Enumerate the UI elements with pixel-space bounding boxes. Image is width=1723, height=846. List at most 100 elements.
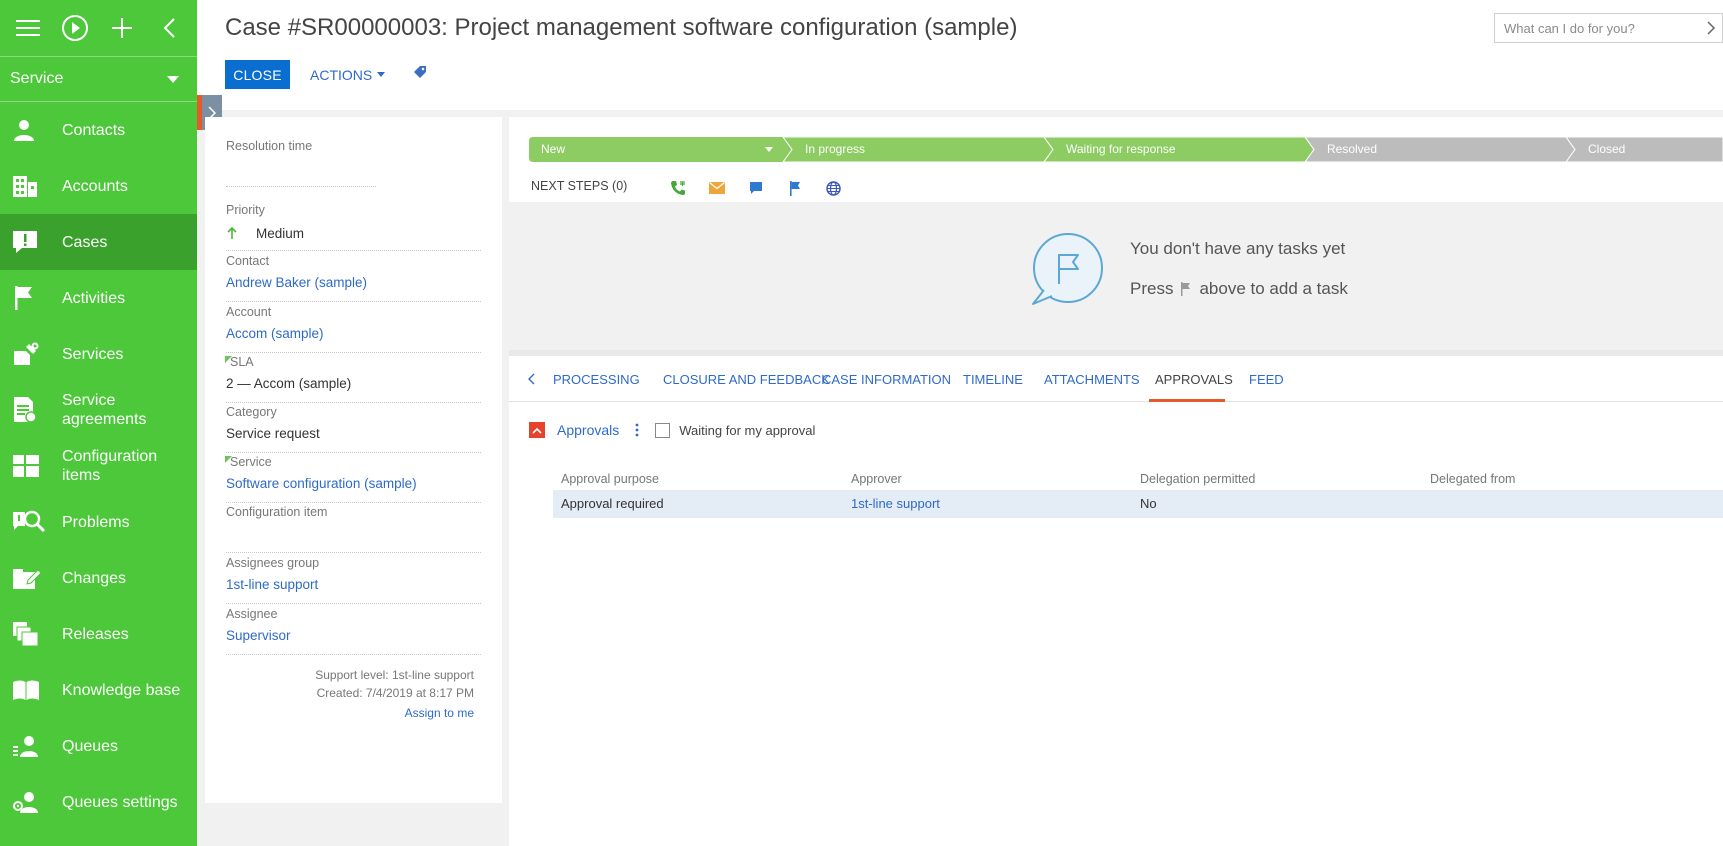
tab-bar: PROCESSING CLOSURE AND FEEDBACK CASE INF…: [509, 356, 1723, 402]
chevron-right-icon[interactable]: [1706, 20, 1716, 36]
field-underline: [226, 186, 376, 187]
table-row[interactable]: Approval required 1st-line support No: [553, 490, 1723, 518]
field-service[interactable]: Service Software configuration (sample): [225, 455, 481, 503]
sidebar-item-configuration-items[interactable]: Configuration items: [0, 438, 197, 494]
call-icon[interactable]: [658, 177, 697, 199]
field-label: Category: [226, 405, 277, 419]
tab-processing[interactable]: PROCESSING: [553, 372, 640, 387]
sidebar-item-label: Changes: [62, 569, 127, 587]
field-account[interactable]: Account Accom (sample): [226, 305, 481, 353]
field-label: Assignee: [226, 607, 278, 621]
sidebar-item-services[interactable]: Services: [0, 326, 197, 382]
assignee-link[interactable]: Supervisor: [226, 628, 481, 646]
sidebar-item-knowledge-base[interactable]: Knowledge base: [0, 662, 197, 718]
case-alert-icon: [12, 227, 50, 257]
chat-icon[interactable]: [736, 177, 775, 199]
field-priority[interactable]: Priority Medium: [226, 203, 481, 251]
sidebar-item-releases[interactable]: Releases: [0, 606, 197, 662]
sidebar-item-label: Activities: [62, 289, 126, 307]
account-link[interactable]: Accom (sample): [226, 326, 481, 344]
chevron-down-icon[interactable]: [765, 147, 773, 152]
field-resolution-time[interactable]: Resolution time: [226, 139, 481, 187]
field-sla[interactable]: SLA 2 — Accom (sample): [225, 355, 481, 403]
sidebar-item-queues-settings[interactable]: Queues settings: [0, 774, 197, 830]
flag-icon: [1181, 282, 1191, 296]
sidebar-item-accounts[interactable]: Accounts: [0, 158, 197, 214]
chevron-down-icon: [167, 75, 179, 83]
sidebar-item-label: Accounts: [62, 177, 128, 195]
agreement-icon: [12, 395, 50, 425]
more-options-icon[interactable]: [635, 423, 639, 437]
field-underline: [226, 502, 481, 503]
cell-delegation-permitted: No: [1140, 496, 1157, 511]
sidebar-item-problems[interactable]: Problems: [0, 494, 197, 550]
tab-closure-and-feedback[interactable]: CLOSURE AND FEEDBACK: [663, 372, 830, 387]
support-level-text: Support level: 1st-line support: [315, 668, 474, 682]
flag-icon[interactable]: [775, 177, 814, 199]
sidebar-item-cases[interactable]: Cases: [0, 214, 197, 270]
tab-case-information[interactable]: CASE INFORMATION: [822, 372, 951, 387]
collapse-section-icon[interactable]: [529, 422, 545, 438]
required-marker: [225, 456, 232, 463]
field-value: Medium: [256, 225, 305, 241]
email-icon[interactable]: [697, 177, 736, 199]
assign-to-me-link[interactable]: Assign to me: [405, 706, 474, 720]
search-placeholder: What can I do for you?: [1504, 20, 1635, 36]
column-header[interactable]: Delegation permitted: [1140, 469, 1255, 489]
case-details-panel: Resolution time Priority Medium Contact …: [205, 117, 502, 803]
queue-person-icon: [12, 731, 50, 761]
service-link[interactable]: Software configuration (sample): [226, 476, 481, 494]
next-steps-label[interactable]: NEXT STEPS (0): [531, 179, 627, 193]
close-button[interactable]: CLOSE: [225, 60, 290, 89]
field-underline: [226, 301, 481, 302]
tab-timeline[interactable]: TIMELINE: [963, 372, 1023, 387]
contact-link[interactable]: Andrew Baker (sample): [226, 275, 481, 293]
stage-closed[interactable]: Closed: [1576, 137, 1723, 162]
sidebar-item-activities[interactable]: Activities: [0, 270, 197, 326]
field-category[interactable]: Category Service request: [226, 405, 481, 453]
sidebar-item-queues[interactable]: Queues: [0, 718, 197, 774]
column-header[interactable]: Delegated from: [1430, 469, 1515, 489]
add-icon[interactable]: [102, 8, 142, 48]
created-date-text: Created: 7/4/2019 at 8:17 PM: [316, 686, 474, 700]
field-configuration-item[interactable]: Configuration item: [226, 505, 481, 553]
cell-approver-link[interactable]: 1st-line support: [851, 490, 940, 518]
chevron-left-icon[interactable]: [527, 373, 535, 385]
actions-button[interactable]: ACTIONS: [310, 60, 386, 89]
sidebar-item-service-agreements[interactable]: Service agreements: [0, 382, 197, 438]
run-process-icon[interactable]: [55, 8, 95, 48]
assignees-group-link[interactable]: 1st-line support: [226, 577, 481, 595]
main-panel: New In progress Waiting for response Res…: [509, 117, 1723, 846]
tab-approvals[interactable]: APPROVALS: [1155, 372, 1233, 387]
sidebar-item-changes[interactable]: Changes: [0, 550, 197, 606]
command-search-input[interactable]: What can I do for you?: [1494, 13, 1723, 43]
empty-tasks-hint: Press above to add a task: [1130, 279, 1348, 299]
stage-resolved[interactable]: Resolved: [1315, 137, 1565, 162]
stage-new[interactable]: New: [529, 137, 783, 162]
stage-in-progress[interactable]: In progress: [793, 137, 1043, 162]
field-value: [226, 160, 481, 178]
sidebar-item-contacts[interactable]: Contacts: [0, 102, 197, 158]
tag-icon[interactable]: [413, 65, 427, 79]
queue-settings-icon: [12, 787, 50, 817]
menu-icon[interactable]: [8, 8, 48, 48]
field-underline: [226, 352, 481, 353]
stage-label: New: [541, 142, 566, 156]
workspace-selector[interactable]: Service: [0, 56, 197, 102]
field-assignee[interactable]: Assignee Supervisor: [226, 607, 481, 655]
changes-icon: [12, 563, 50, 593]
field-label: Service: [230, 455, 272, 469]
globe-icon[interactable]: [814, 177, 853, 199]
field-contact[interactable]: Contact Andrew Baker (sample): [226, 254, 481, 302]
collapse-icon[interactable]: [149, 8, 189, 48]
field-assignees-group[interactable]: Assignees group 1st-line support: [226, 556, 481, 604]
approvals-title[interactable]: Approvals: [557, 422, 619, 438]
waiting-for-approval-checkbox[interactable]: [655, 422, 671, 438]
tab-feed[interactable]: FEED: [1249, 372, 1284, 387]
tab-attachments[interactable]: ATTACHMENTS: [1044, 372, 1140, 387]
column-header[interactable]: Approval purpose: [561, 469, 659, 489]
stage-waiting-for-response[interactable]: Waiting for response: [1054, 137, 1304, 162]
column-header[interactable]: Approver: [851, 469, 902, 489]
page-title: Case #SR00000003: Project management sof…: [225, 14, 1018, 41]
problem-magnifier-icon: [12, 507, 50, 537]
